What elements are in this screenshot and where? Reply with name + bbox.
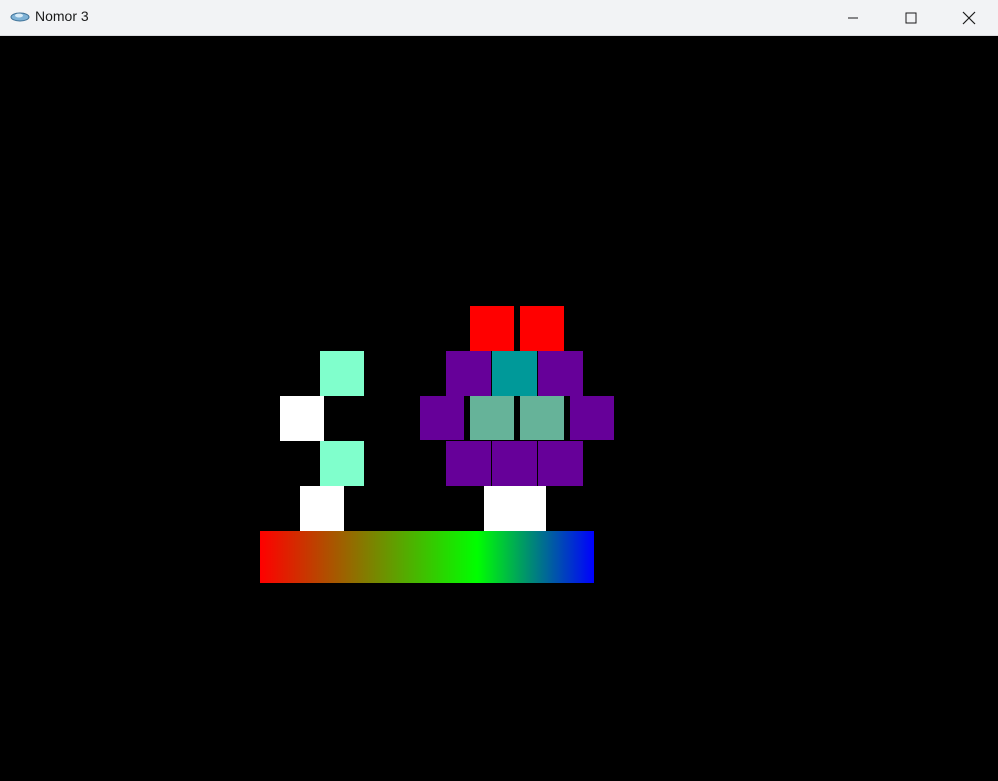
red-block [520, 306, 564, 351]
close-button[interactable] [940, 0, 998, 35]
title-bar[interactable]: Nomor 3 [0, 0, 998, 36]
white-block [484, 486, 546, 531]
purple-block [570, 396, 614, 440]
white-block [300, 486, 344, 531]
purple-block [492, 441, 537, 486]
maximize-icon [905, 12, 917, 24]
game-canvas[interactable] [0, 36, 998, 781]
purple-block [446, 441, 491, 486]
white-block [280, 396, 324, 441]
red-block [470, 306, 514, 351]
purple-block [538, 351, 583, 396]
maximize-button[interactable] [882, 0, 940, 35]
purple-block [538, 441, 583, 486]
purple-block [420, 396, 464, 440]
game-window: Nomor 3 [0, 0, 998, 781]
game-app-icon [10, 9, 30, 25]
window-title: Nomor 3 [35, 8, 89, 24]
purple-block [446, 351, 491, 396]
sage-block [520, 396, 564, 440]
close-icon [962, 11, 976, 25]
teal-block [492, 351, 537, 396]
minimize-icon [847, 12, 859, 24]
color-spectrum-bar [260, 531, 594, 583]
aquamarine-block [320, 441, 364, 486]
minimize-button[interactable] [824, 0, 882, 35]
aquamarine-block [320, 351, 364, 396]
sage-block [470, 396, 514, 440]
